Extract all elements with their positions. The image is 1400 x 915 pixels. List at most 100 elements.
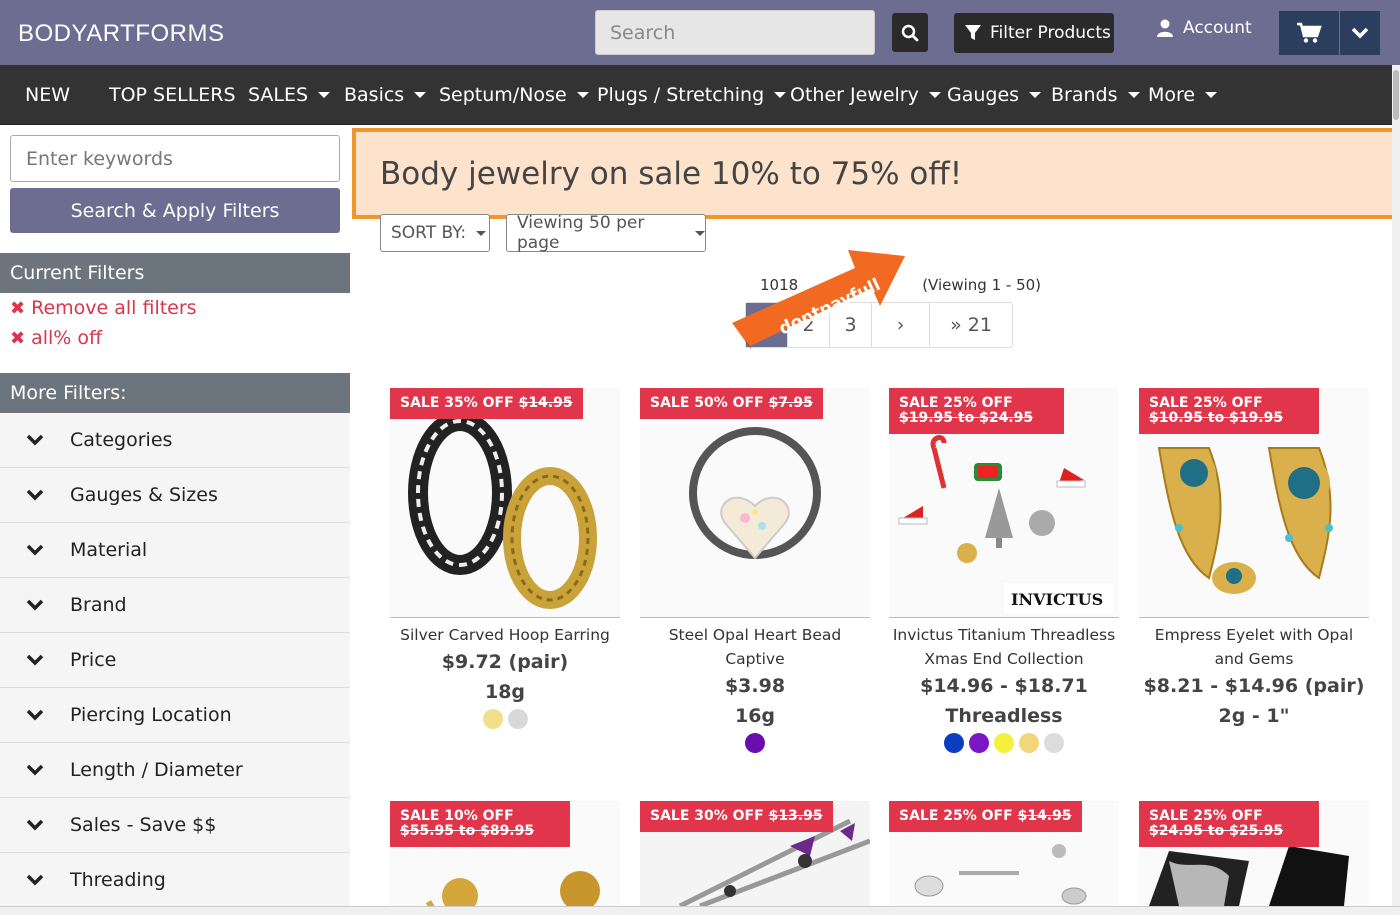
facet-threading[interactable]: Threading (0, 853, 350, 908)
nav-item-brands[interactable]: Brands (1051, 84, 1140, 106)
facet-label: Piercing Location (70, 704, 232, 726)
color-swatch[interactable] (507, 709, 528, 729)
product-image[interactable]: SALE 25% OFF $14.95 (889, 801, 1119, 906)
color-swatch[interactable] (969, 733, 989, 753)
product-card[interactable]: SALE 25% OFF $14.95 (889, 801, 1119, 906)
product-image[interactable]: SALE 50% OFF $7.95 (640, 388, 870, 618)
facet-sales[interactable]: Sales - Save $$ (0, 798, 350, 853)
color-swatches (640, 733, 870, 753)
per-page-dropdown[interactable]: Viewing 50 per page (506, 213, 706, 253)
chevron-down-icon (26, 654, 44, 666)
top-header: BODYARTFORMS Search Filter Products Acco… (0, 0, 1400, 65)
old-price: $7.95 (768, 395, 813, 411)
facet-gauges-sizes[interactable]: Gauges & Sizes (0, 468, 350, 523)
product-name[interactable]: Steel Opal Heart Bead Captive (640, 623, 870, 671)
facet-label: Sales - Save $$ (70, 814, 217, 836)
nav-item-more[interactable]: More (1148, 84, 1218, 106)
chevron-down-icon (26, 599, 44, 611)
old-price: $14.95 (518, 395, 573, 411)
search-apply-filters-button[interactable]: Search & Apply Filters (10, 188, 340, 233)
sale-percent: SALE 10% OFF (400, 808, 514, 824)
account-label: Account (1183, 18, 1252, 38)
remove-icon: ✖ (10, 327, 26, 349)
facet-piercing-location[interactable]: Piercing Location (0, 688, 350, 743)
horizontal-scrollbar[interactable] (0, 906, 1400, 915)
old-price: $24.95 to $25.95 (1149, 823, 1284, 839)
chevron-down-icon (26, 434, 44, 446)
sale-percent: SALE 35% OFF (400, 395, 514, 411)
product-name[interactable]: Empress Eyelet with Opal and Gems (1139, 623, 1369, 671)
hoop-earring-image (408, 411, 597, 609)
color-swatch[interactable] (1044, 733, 1064, 753)
keyword-input[interactable]: Enter keywords (10, 135, 340, 182)
facet-brand[interactable]: Brand (0, 578, 350, 633)
product-image[interactable]: SALE 25% OFF $19.95 to $24.95 INVICTUS (889, 388, 1119, 618)
product-card[interactable]: SALE 30% OFF $13.95 (640, 801, 870, 906)
nav-item-gauges[interactable]: Gauges (947, 84, 1042, 106)
product-image[interactable]: SALE 25% OFF $10.95 to $19.95 (1139, 388, 1369, 618)
nav-item-septum-nose[interactable]: Septum/Nose (439, 84, 589, 106)
facet-label: Threading (70, 869, 166, 891)
color-swatch[interactable] (994, 733, 1014, 753)
product-gauge: 18g (484, 681, 526, 703)
product-card[interactable]: SALE 50% OFF $7.95 Steel Opal Heart Bead… (640, 388, 870, 753)
caret-down-icon (774, 92, 787, 98)
product-card[interactable]: SALE 10% OFF $55.95 to $89.95 (390, 801, 620, 906)
color-swatch[interactable] (1019, 733, 1039, 753)
color-swatches (390, 709, 620, 729)
vertical-scroll-thumb[interactable] (1393, 70, 1399, 120)
product-image[interactable]: SALE 35% OFF $14.95 (390, 388, 620, 618)
caret-down-icon (1029, 92, 1042, 98)
product-name[interactable]: Silver Carved Hoop Earring (390, 623, 620, 647)
last-page-link[interactable]: » 21 (930, 303, 1012, 347)
nav-label: Brands (1051, 84, 1118, 106)
search-button[interactable] (892, 13, 928, 52)
nav-item-other-jewelry[interactable]: Other Jewelry (790, 84, 941, 106)
vertical-scrollbar[interactable] (1392, 65, 1400, 906)
product-gauge: 16g (734, 705, 776, 727)
cart-button[interactable] (1279, 11, 1339, 55)
remove-all-filters-link[interactable]: ✖ Remove all filters (10, 297, 197, 319)
caret-down-icon (576, 92, 589, 98)
product-image[interactable]: SALE 25% OFF $24.95 to $25.95 (1139, 801, 1369, 906)
product-card[interactable]: SALE 25% OFF $19.95 to $24.95 INVICTUS I… (889, 388, 1119, 753)
caret-down-icon (1127, 92, 1140, 98)
search-input[interactable]: Search (595, 10, 875, 55)
product-card[interactable]: SALE 35% OFF $14.95 Silver Carved Hoop E… (390, 388, 620, 729)
old-price: $19.95 to $24.95 (899, 410, 1034, 426)
cart-dropdown-toggle[interactable] (1340, 11, 1380, 55)
facet-price[interactable]: Price (0, 633, 350, 688)
product-name[interactable]: Invictus Titanium Threadless Xmas End Co… (889, 623, 1119, 671)
nav-label: Basics (344, 84, 405, 106)
user-icon (1157, 19, 1173, 37)
product-card[interactable]: SALE 25% OFF $24.95 to $25.95 (1139, 801, 1369, 906)
color-swatch[interactable] (745, 733, 765, 753)
facet-label: Price (70, 649, 117, 671)
facet-length-diameter[interactable]: Length / Diameter (0, 743, 350, 798)
nav-item-basics[interactable]: Basics (344, 84, 427, 106)
nav-item-top-sellers[interactable]: TOP SELLERS (109, 84, 236, 106)
nav-item-plugs-stretching[interactable]: Plugs / Stretching (597, 84, 787, 106)
nav-label: TOP SELLERS (109, 84, 236, 106)
remove-filter-all-off[interactable]: ✖ all% off (10, 327, 102, 349)
facet-categories[interactable]: Categories (0, 413, 350, 468)
nav-label: Septum/Nose (439, 84, 567, 106)
sort-by-dropdown[interactable]: SORT BY: (380, 214, 490, 252)
nav-label: NEW (25, 84, 71, 106)
site-logo[interactable]: BODYARTFORMS (18, 20, 224, 48)
sale-badge: SALE 10% OFF $55.95 to $89.95 (390, 801, 570, 847)
nav-item-sales[interactable]: SALES (248, 84, 331, 106)
account-link[interactable]: Account (1157, 18, 1252, 38)
facet-material[interactable]: Material (0, 523, 350, 578)
filter-products-button[interactable]: Filter Products (954, 13, 1114, 53)
product-price: $14.96 - $18.71 (920, 675, 1088, 697)
product-image[interactable]: SALE 30% OFF $13.95 (640, 801, 870, 906)
product-image[interactable]: SALE 10% OFF $55.95 to $89.95 (390, 801, 620, 906)
product-card[interactable]: SALE 25% OFF $10.95 to $19.95 Empress Ey… (1139, 388, 1369, 727)
facet-label: Material (70, 539, 148, 561)
color-swatch[interactable] (944, 733, 964, 753)
color-swatch[interactable] (482, 709, 503, 729)
caret-down-icon (476, 230, 487, 236)
nav-item-new[interactable]: NEW (25, 84, 70, 106)
old-price: $14.95 (1017, 808, 1072, 824)
